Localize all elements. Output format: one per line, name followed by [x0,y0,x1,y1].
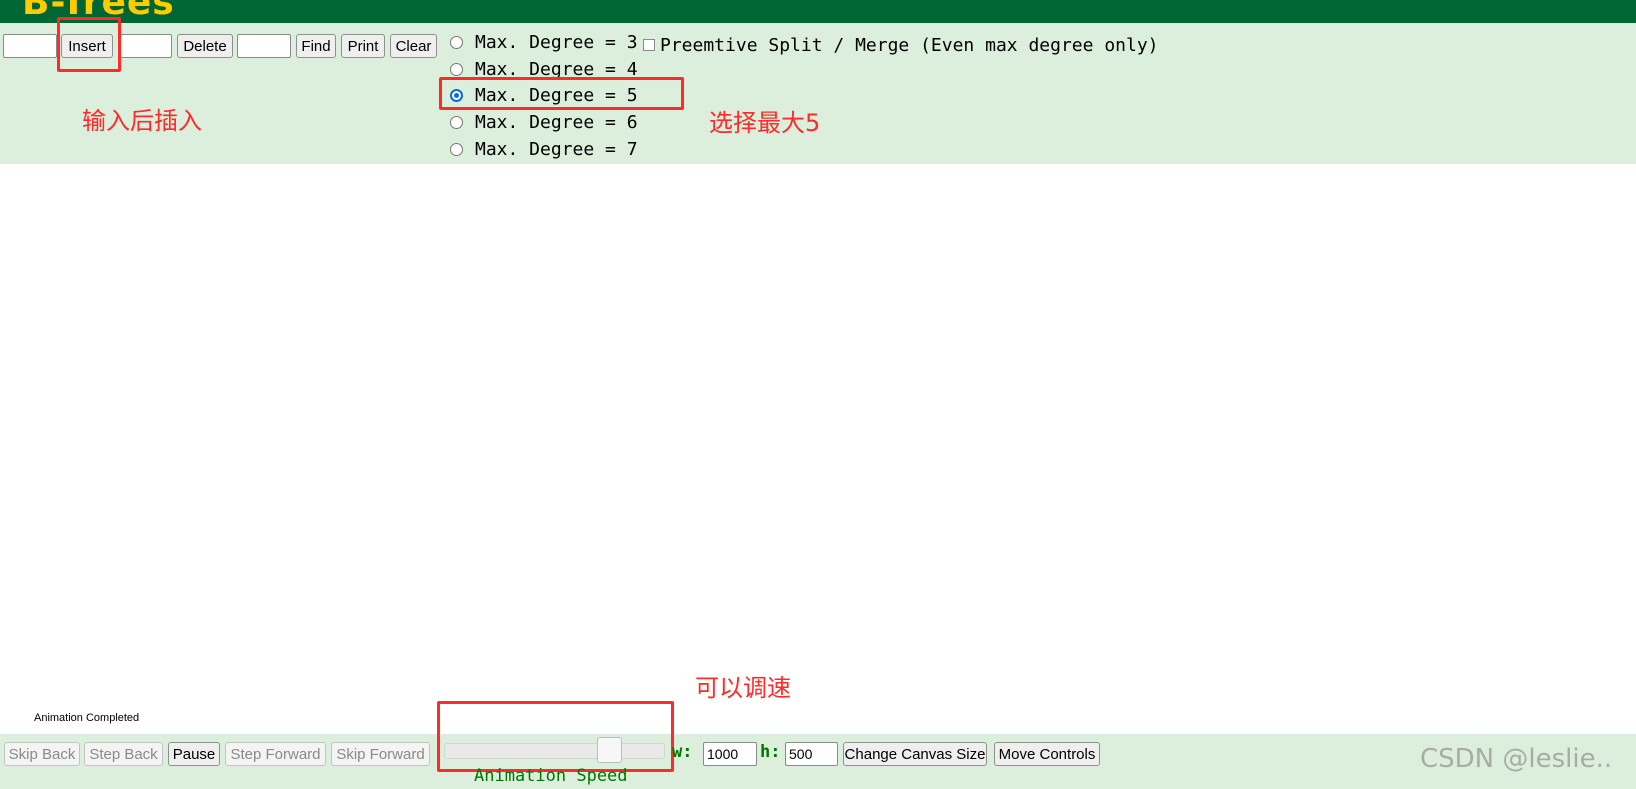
animation-canvas[interactable] [0,164,1636,709]
speed-label: Animation Speed [474,766,628,786]
speed-highlight-box [437,701,674,772]
header-bar: B-Trees [0,0,1636,23]
insert-input[interactable] [3,34,57,58]
find-button[interactable]: Find [296,34,336,58]
radio-button[interactable] [450,115,463,129]
clear-button[interactable]: Clear [390,34,437,58]
print-button[interactable]: Print [341,34,385,58]
canvas-height-input[interactable] [785,742,838,766]
preemptive-split-option[interactable]: Preemtive Split / Merge (Even max degree… [643,34,1159,56]
width-label: w: [672,742,693,762]
height-label: h: [760,742,781,762]
step-back-button[interactable]: Step Back [84,742,163,766]
find-input[interactable] [237,34,291,58]
radio-label: Max. Degree = 6 [475,111,638,133]
radio-label: Max. Degree = 3 [475,31,638,53]
radio-label: Max. Degree = 7 [475,138,638,160]
delete-button[interactable]: Delete [177,34,233,58]
insert-highlight-box [57,17,121,72]
preemptive-label: Preemtive Split / Merge (Even max degree… [660,34,1159,56]
status-text: Animation Completed [34,712,140,724]
radio-button[interactable] [450,142,463,156]
step-forward-button[interactable]: Step Forward [225,742,326,766]
degree-annotation: 选择最大5 [709,109,821,137]
change-canvas-size-button[interactable]: Change Canvas Size [843,742,987,766]
degree-highlight-box [439,77,684,110]
pause-button[interactable]: Pause [168,742,220,766]
radio-button[interactable] [450,35,463,49]
skip-back-button[interactable]: Skip Back [4,742,80,766]
preemptive-checkbox[interactable] [643,39,655,51]
watermark-text: CSDN @leslie.. [1420,744,1613,774]
radio-degree-7[interactable]: Max. Degree = 7 [450,138,638,160]
insert-annotation: 输入后插入 [82,107,202,135]
skip-forward-button[interactable]: Skip Forward [331,742,430,766]
move-controls-button[interactable]: Move Controls [994,742,1100,766]
delete-input[interactable] [118,34,172,58]
radio-degree-6[interactable]: Max. Degree = 6 [450,111,638,133]
radio-degree-3[interactable]: Max. Degree = 3 [450,31,638,53]
radio-button[interactable] [450,62,463,76]
canvas-width-input[interactable] [703,742,757,766]
